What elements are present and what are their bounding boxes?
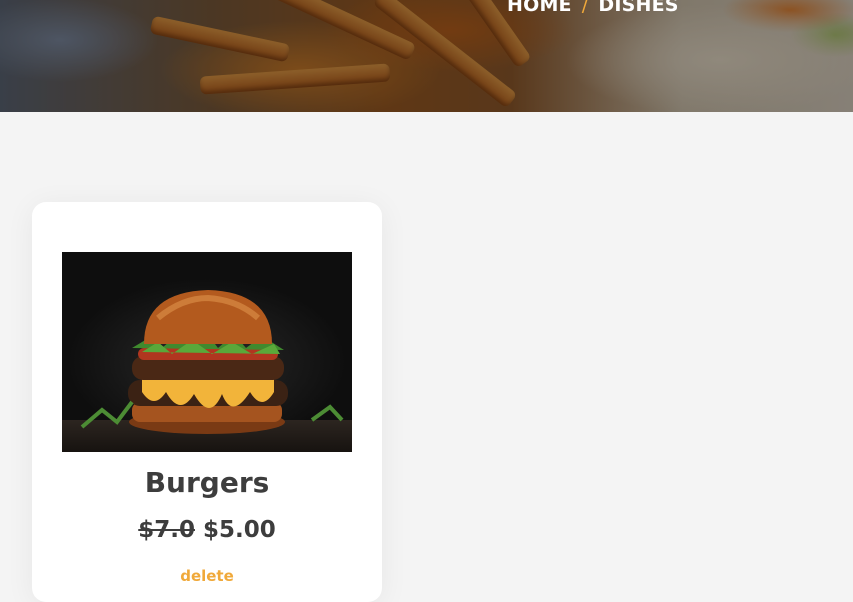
dish-image [62,252,352,452]
delete-button[interactable]: delete [32,567,382,585]
price-row: $7.0 $5.00 [32,517,382,543]
hero-overlay [0,0,853,112]
dish-card: Burgers $7.0 $5.00 delete [32,202,382,602]
breadcrumb-current: DISHES [598,0,679,16]
breadcrumb: HOME / DISHES [507,0,679,16]
breadcrumb-home-link[interactable]: HOME [507,0,572,16]
breadcrumb-separator: / [581,0,589,16]
dish-title: Burgers [144,466,270,499]
hero-banner: HOME / DISHES [0,0,853,112]
old-price: $7.0 [138,517,195,543]
current-price: $5.00 [202,517,276,543]
burger-illustration [80,290,344,434]
